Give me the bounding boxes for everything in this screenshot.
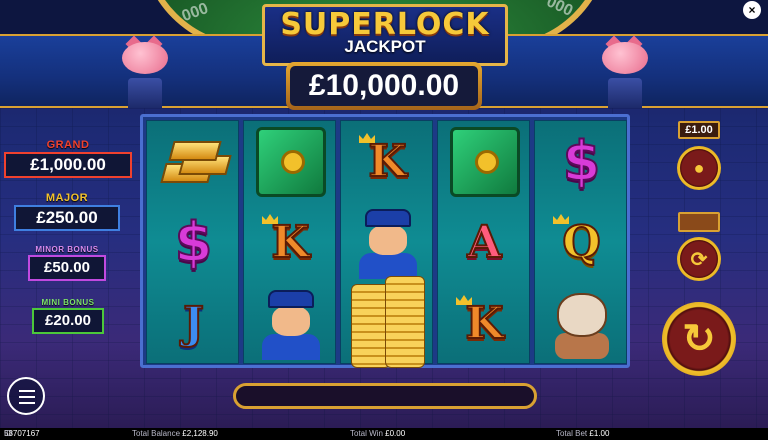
reel-3: K — [340, 120, 434, 368]
wheel-bill: 000 — [179, 0, 211, 26]
total-win: Total Win £0.00 — [350, 429, 406, 438]
k-symbol: K — [438, 283, 531, 364]
game-stage: 000 000 SUPERLOCK JACKPOT £10,000.00 GRA… — [0, 0, 768, 428]
gold-coins-icon — [341, 271, 434, 368]
hamburger-menu-icon — [19, 390, 35, 392]
menu-button[interactable] — [7, 377, 45, 415]
k-symbol: K — [341, 121, 434, 202]
dollar-symbol: $ — [562, 129, 602, 194]
spin-button[interactable]: ↻ — [662, 302, 736, 376]
tier-major: MAJOR £250.00 — [14, 192, 120, 231]
total-bet: Total Bet £1.00 — [556, 429, 610, 438]
pedestal — [608, 78, 642, 108]
bulldog-icon — [535, 283, 628, 364]
tier-minor: MINOR BONUS £50.00 — [28, 245, 106, 281]
pedestal — [128, 78, 162, 108]
tier-name: MINOR BONUS — [35, 245, 99, 254]
piggy-bank-icon — [598, 35, 652, 78]
bet-value-display: £1.00 — [678, 121, 720, 139]
reel-area: $ J K K A K $ Q — [140, 114, 630, 368]
gold-bars-icon — [147, 121, 240, 202]
wheel-bill: 000 — [543, 0, 576, 20]
tier-name: MAJOR — [45, 192, 89, 204]
autoplay-icon: ⟳ — [690, 248, 708, 271]
tier-mini: MINI BONUS £20.00 — [32, 298, 104, 334]
tier-name: GRAND — [46, 139, 90, 151]
q-symbol: Q — [535, 202, 628, 283]
session-id: ID 58707167 — [4, 429, 40, 438]
safe-icon — [438, 121, 531, 202]
tier-name: MINI BONUS — [41, 298, 95, 307]
tier-amount: £250.00 — [14, 205, 120, 231]
tier-grand: GRAND £1,000.00 — [4, 139, 132, 178]
coin-stack-icon: ● — [693, 157, 705, 178]
reel-5: $ Q — [534, 120, 627, 364]
reel-1: $ J — [146, 120, 239, 364]
dollar-symbol: $ — [174, 210, 214, 275]
close-button[interactable]: × — [743, 1, 761, 19]
a-symbol: A — [466, 216, 502, 269]
piggy-bank-icon — [118, 35, 172, 78]
spin-arrow-icon: ↻ — [682, 317, 716, 361]
win-message-bar — [233, 383, 537, 409]
j-symbol: J — [182, 297, 205, 350]
k-symbol: K — [244, 202, 337, 283]
status-bar: ID 58707167 Total Balance £2,128.90 Tota… — [0, 428, 768, 440]
total-balance: Total Balance £2,128.90 — [132, 429, 218, 438]
reel-4: A K — [437, 120, 530, 364]
tier-amount: £50.00 — [28, 255, 106, 281]
jackpot-amount: £10,000.00 — [290, 66, 478, 106]
coin-bet-button[interactable]: ● — [677, 146, 721, 190]
tier-amount: £1,000.00 — [4, 152, 132, 178]
policeman-icon — [244, 283, 337, 364]
safe-icon — [244, 121, 337, 202]
autoplay-button[interactable]: ⟳ — [677, 237, 721, 281]
game-logo: SUPERLOCK JACKPOT — [262, 4, 508, 66]
autoplay-count-display — [678, 212, 720, 232]
tier-amount: £20.00 — [32, 308, 104, 334]
reel-2: K — [243, 120, 336, 364]
jackpot-display: £10,000.00 — [286, 62, 482, 110]
